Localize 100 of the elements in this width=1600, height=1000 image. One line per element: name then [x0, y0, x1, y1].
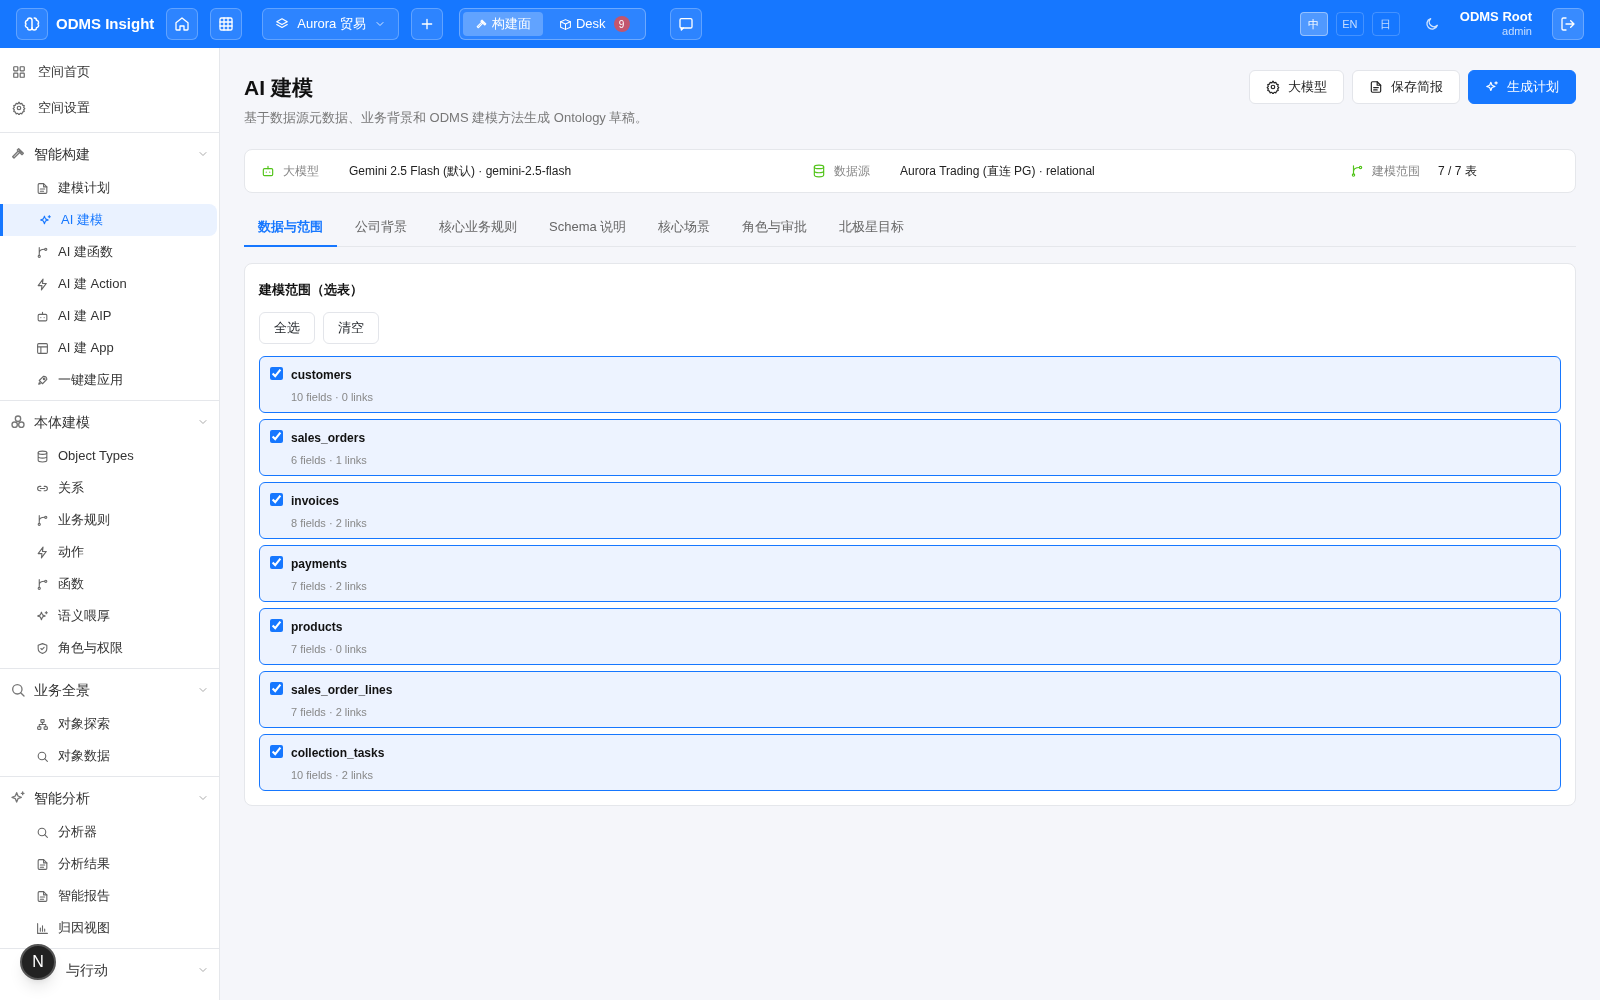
logout-button[interactable] [1552, 8, 1584, 40]
sparkles-icon [1485, 80, 1499, 94]
home-button[interactable] [166, 8, 199, 40]
sidebar-item[interactable]: AI 建 AIP [0, 300, 217, 332]
sidebar-group-header[interactable]: 业务全景 [0, 672, 219, 708]
page-title: AI 建模 [244, 75, 314, 101]
bar-chart-icon [36, 921, 49, 935]
logout-icon [1560, 16, 1576, 32]
chat-button[interactable] [669, 8, 702, 40]
sidebar-group-header[interactable]: 本体建模 [0, 404, 219, 440]
info-label: 建模范围 [1372, 163, 1421, 180]
mode-tab[interactable]: Desk 9 [546, 12, 642, 36]
scope-button[interactable]: 全选 [259, 311, 315, 344]
action-button[interactable]: 大模型 [1249, 70, 1344, 104]
app-name: ODMS Insight [56, 13, 155, 34]
sidebar-group-header[interactable]: 智能分析 [0, 780, 219, 816]
checkbox[interactable] [270, 555, 283, 569]
bolt-icon [36, 545, 49, 559]
checkbox[interactable] [270, 618, 283, 632]
table-option[interactable]: sales_orders 6 fields · 1 links [259, 418, 1561, 476]
checkbox[interactable] [270, 429, 283, 443]
sidebar-item[interactable]: 分析结果 [0, 848, 217, 880]
sidebar-group-header[interactable]: 智能构建 [0, 136, 219, 172]
table-option[interactable]: collection_tasks 10 fields · 2 links [259, 733, 1561, 791]
layout-icon [36, 341, 49, 355]
search-icon [36, 749, 49, 763]
moon-icon [1423, 16, 1440, 32]
table-meta: 10 fields · 2 links [291, 767, 374, 783]
add-button[interactable] [410, 8, 443, 40]
table-option[interactable]: products 7 fields · 0 links [259, 607, 1561, 665]
sidebar-item[interactable]: AI 建 App [0, 332, 217, 364]
table-meta: 8 fields · 2 links [291, 515, 367, 531]
user-role: admin [1502, 25, 1532, 39]
checkbox[interactable] [270, 366, 283, 380]
table-option[interactable]: payments 7 fields · 2 links [259, 544, 1561, 602]
workspace-selector[interactable]: Aurora 贸易 [262, 8, 399, 40]
table-name: customers [291, 366, 353, 384]
sidebar-item[interactable]: 对象数据 [0, 740, 217, 772]
info-value: 7 / 7 表 [1438, 163, 1477, 180]
info-label: 大模型 [283, 163, 320, 180]
table-meta: 7 fields · 0 links [291, 641, 367, 657]
sidebar-item[interactable]: 空间设置 [0, 90, 219, 126]
tab[interactable]: Schema 说明 [535, 209, 641, 247]
checkbox[interactable] [270, 681, 283, 695]
count-badge: 9 [613, 16, 630, 32]
app-logo[interactable] [16, 8, 48, 40]
tab[interactable]: 角色与审批 [728, 209, 822, 247]
sidebar-item[interactable]: 动作 [0, 536, 217, 568]
sidebar-group-header[interactable]: 与行动 [66, 952, 219, 988]
tab[interactable]: 北极星目标 [825, 209, 919, 247]
bolt-icon [36, 277, 49, 291]
table-option[interactable]: invoices 8 fields · 2 links [259, 481, 1561, 539]
table-meta: 10 fields · 0 links [291, 389, 373, 405]
table-option[interactable]: customers 10 fields · 0 links [259, 355, 1561, 413]
sidebar-item[interactable]: AI 建 Action [0, 268, 217, 300]
action-button[interactable]: 保存简报 [1352, 70, 1460, 104]
table-meta: 7 fields · 2 links [291, 704, 368, 720]
info-label: 数据源 [834, 163, 871, 180]
search-icon [10, 682, 26, 698]
sidebar-item[interactable]: 对象探索 [0, 708, 217, 740]
tab[interactable]: 公司背景 [341, 209, 421, 247]
circles-icon [10, 414, 26, 430]
page-subtitle: 基于数据源元数据、业务背景和 ODMS 建模方法生成 Ontology 草稿。 [244, 108, 649, 127]
sidebar-item[interactable]: 一键建应用 [0, 364, 217, 396]
hammer-icon [474, 17, 488, 31]
sidebar-item[interactable]: 建模计划 [0, 172, 217, 204]
grid-icon [218, 16, 235, 32]
sidebar-item[interactable]: 语义喂厚 [0, 600, 217, 632]
sidebar-item[interactable]: 空间首页 [0, 54, 219, 90]
table-name: collection_tasks [291, 744, 385, 762]
apps-button[interactable] [210, 8, 243, 40]
sparkles-icon [10, 790, 26, 806]
table-option[interactable]: sales_order_lines 7 fields · 2 links [259, 670, 1561, 728]
document-icon [1369, 80, 1383, 94]
sidebar-item[interactable]: 智能报告 [0, 880, 217, 912]
sidebar-item[interactable]: 角色与权限 [0, 632, 217, 664]
sidebar-item[interactable]: 业务规则 [0, 504, 217, 536]
theme-toggle[interactable] [1423, 16, 1440, 32]
tab[interactable]: 核心场景 [644, 209, 725, 247]
sidebar-item[interactable]: 归因视图 [0, 912, 217, 944]
tab[interactable]: 核心业务规则 [425, 209, 531, 247]
table-meta: 6 fields · 1 links [291, 452, 367, 468]
sidebar-item[interactable]: Object Types [0, 440, 217, 472]
document-icon [36, 889, 49, 903]
table-name: sales_order_lines [291, 681, 393, 699]
sidebar-item[interactable]: 分析器 [0, 816, 217, 848]
sidebar-item[interactable]: AI 建函数 [0, 236, 217, 268]
sidebar-item[interactable]: 函数 [0, 568, 217, 600]
scope-button[interactable]: 清空 [323, 311, 379, 344]
action-button[interactable]: 生成计划 [1468, 70, 1576, 104]
tab[interactable]: 数据与范围 [244, 209, 337, 247]
sparkles-icon [36, 609, 49, 623]
checkbox[interactable] [270, 744, 283, 758]
settings-icon [1266, 80, 1280, 94]
brain-icon [23, 15, 41, 33]
checkbox[interactable] [270, 492, 283, 506]
sparkles-icon [39, 213, 52, 227]
box-icon [558, 17, 572, 31]
sidebar-item[interactable]: AI 建模 [0, 204, 217, 236]
sidebar-item[interactable]: 关系 [0, 472, 217, 504]
